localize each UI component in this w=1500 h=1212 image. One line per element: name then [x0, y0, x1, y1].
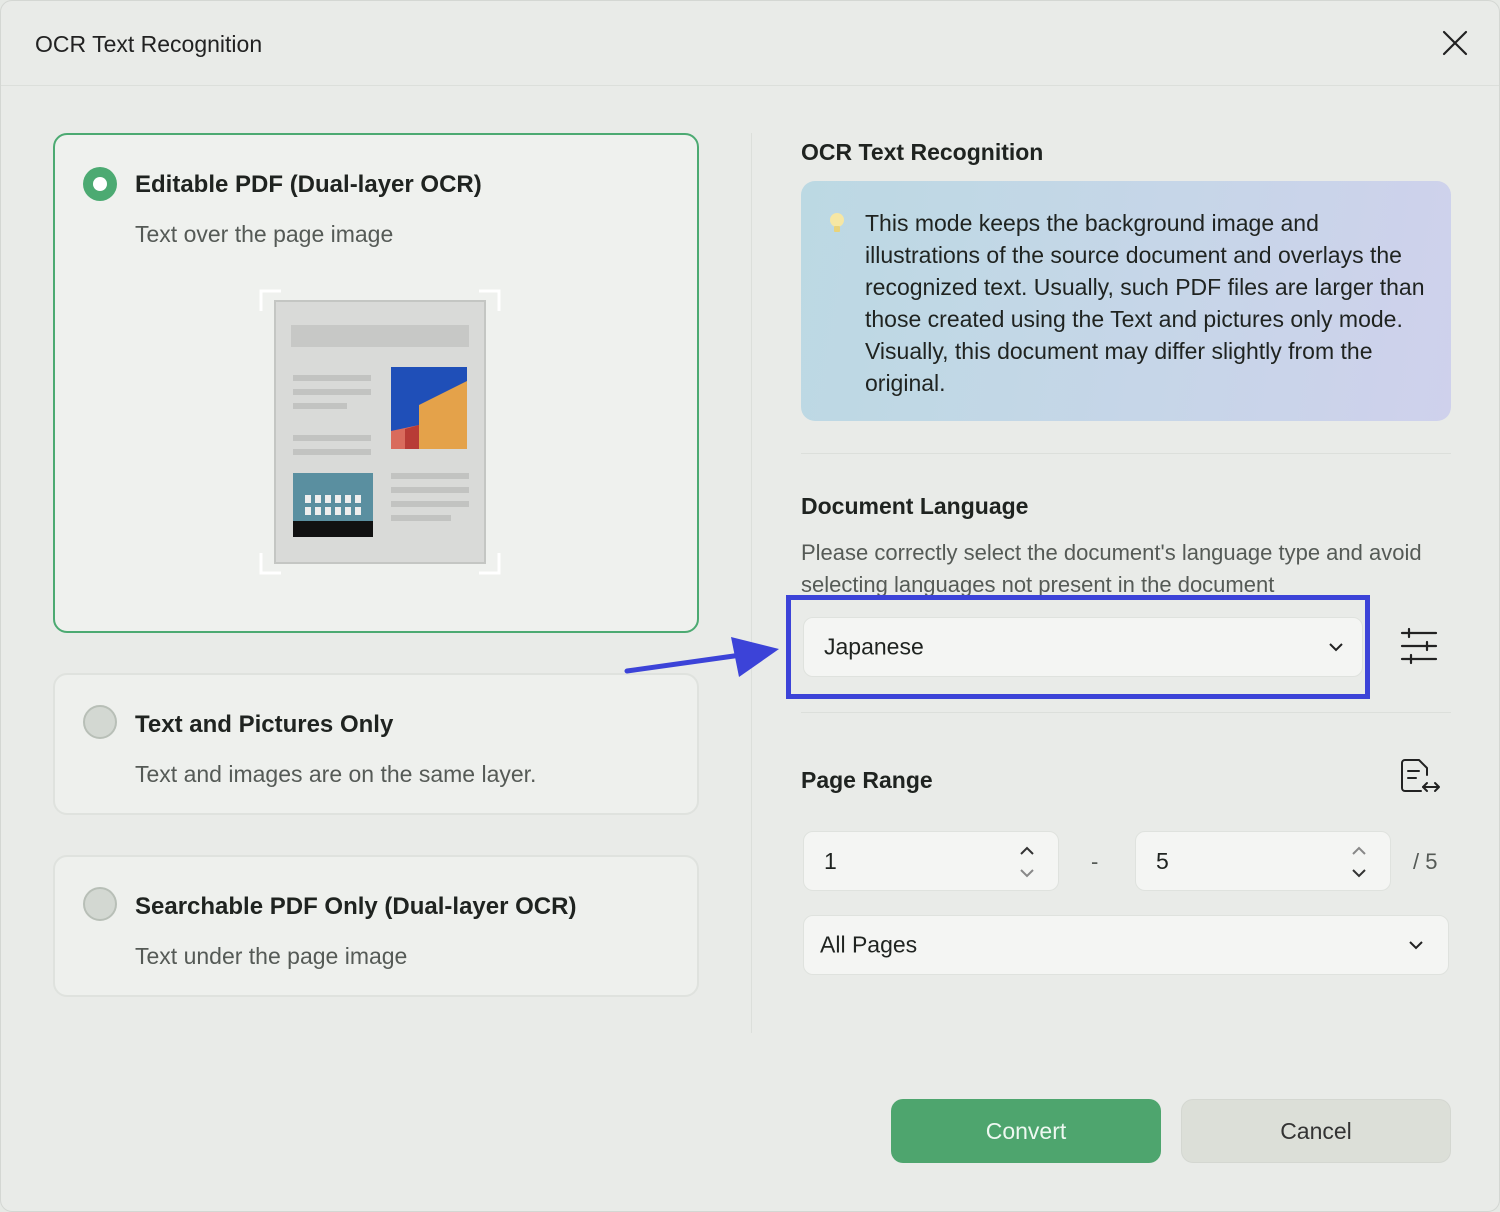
language-section-title: Document Language — [801, 493, 1029, 519]
section-divider — [801, 712, 1451, 713]
radio-unselected[interactable] — [83, 887, 117, 921]
document-preview-illustration — [259, 289, 501, 575]
spinner-arrows-icon[interactable] — [1018, 844, 1036, 880]
page-range-toggle-button[interactable] — [1399, 757, 1441, 804]
page-from-input[interactable]: 1 — [803, 831, 1059, 891]
annotation-arrow-icon — [624, 637, 779, 677]
page-to-value: 5 — [1156, 848, 1169, 874]
mode-subtitle: Text over the page image — [135, 221, 394, 247]
radio-unselected[interactable] — [83, 705, 117, 739]
language-description: Please correctly select the document's l… — [801, 540, 1422, 597]
sliders-icon — [1400, 627, 1438, 665]
mode-option-text-and-pictures[interactable]: Text and Pictures Only Text and images a… — [53, 673, 699, 815]
mode-option-searchable-pdf[interactable]: Searchable PDF Only (Dual-layer OCR) Tex… — [53, 855, 699, 997]
dialog-titlebar: OCR Text Recognition — [1, 1, 1499, 86]
close-button[interactable] — [1437, 25, 1473, 61]
convert-button[interactable]: Convert — [891, 1099, 1161, 1163]
close-icon — [1442, 30, 1468, 56]
mode-info-box: This mode keeps the background image and… — [801, 181, 1451, 421]
page-to-input[interactable]: 5 — [1135, 831, 1391, 891]
highlight-box — [786, 595, 1370, 699]
language-settings-button[interactable] — [1399, 627, 1439, 670]
ocr-section-title: OCR Text Recognition — [801, 139, 1044, 165]
page-swap-icon — [1401, 759, 1440, 792]
dialog-title: OCR Text Recognition — [35, 31, 263, 57]
page-range-title: Page Range — [801, 767, 933, 793]
chevron-down-icon — [1409, 941, 1423, 950]
page-total: / 5 — [1413, 849, 1438, 874]
ocr-dialog: OCR Text Recognition Editable PDF (Dual-… — [0, 0, 1500, 1212]
radio-selected[interactable] — [83, 167, 117, 201]
column-divider — [751, 133, 752, 1033]
lightbulb-icon — [830, 213, 844, 232]
page-scope-select[interactable]: All Pages — [803, 915, 1449, 975]
mode-option-editable-pdf[interactable]: Editable PDF (Dual-layer OCR) Text over … — [53, 133, 699, 633]
mode-info-text: This mode keeps the background image and… — [865, 210, 1425, 396]
cancel-button[interactable]: Cancel — [1181, 1099, 1451, 1163]
mode-subtitle: Text under the page image — [135, 943, 408, 969]
mode-title: Text and Pictures Only — [135, 711, 394, 738]
mode-subtitle: Text and images are on the same layer. — [135, 761, 537, 787]
mode-title: Searchable PDF Only (Dual-layer OCR) — [135, 893, 577, 920]
range-separator: - — [1091, 849, 1099, 874]
spinner-arrows-icon[interactable] — [1350, 844, 1368, 880]
page-scope-value: All Pages — [820, 931, 918, 958]
page-from-value: 1 — [824, 848, 837, 874]
section-divider — [801, 453, 1451, 454]
mode-title: Editable PDF (Dual-layer OCR) — [135, 171, 482, 198]
